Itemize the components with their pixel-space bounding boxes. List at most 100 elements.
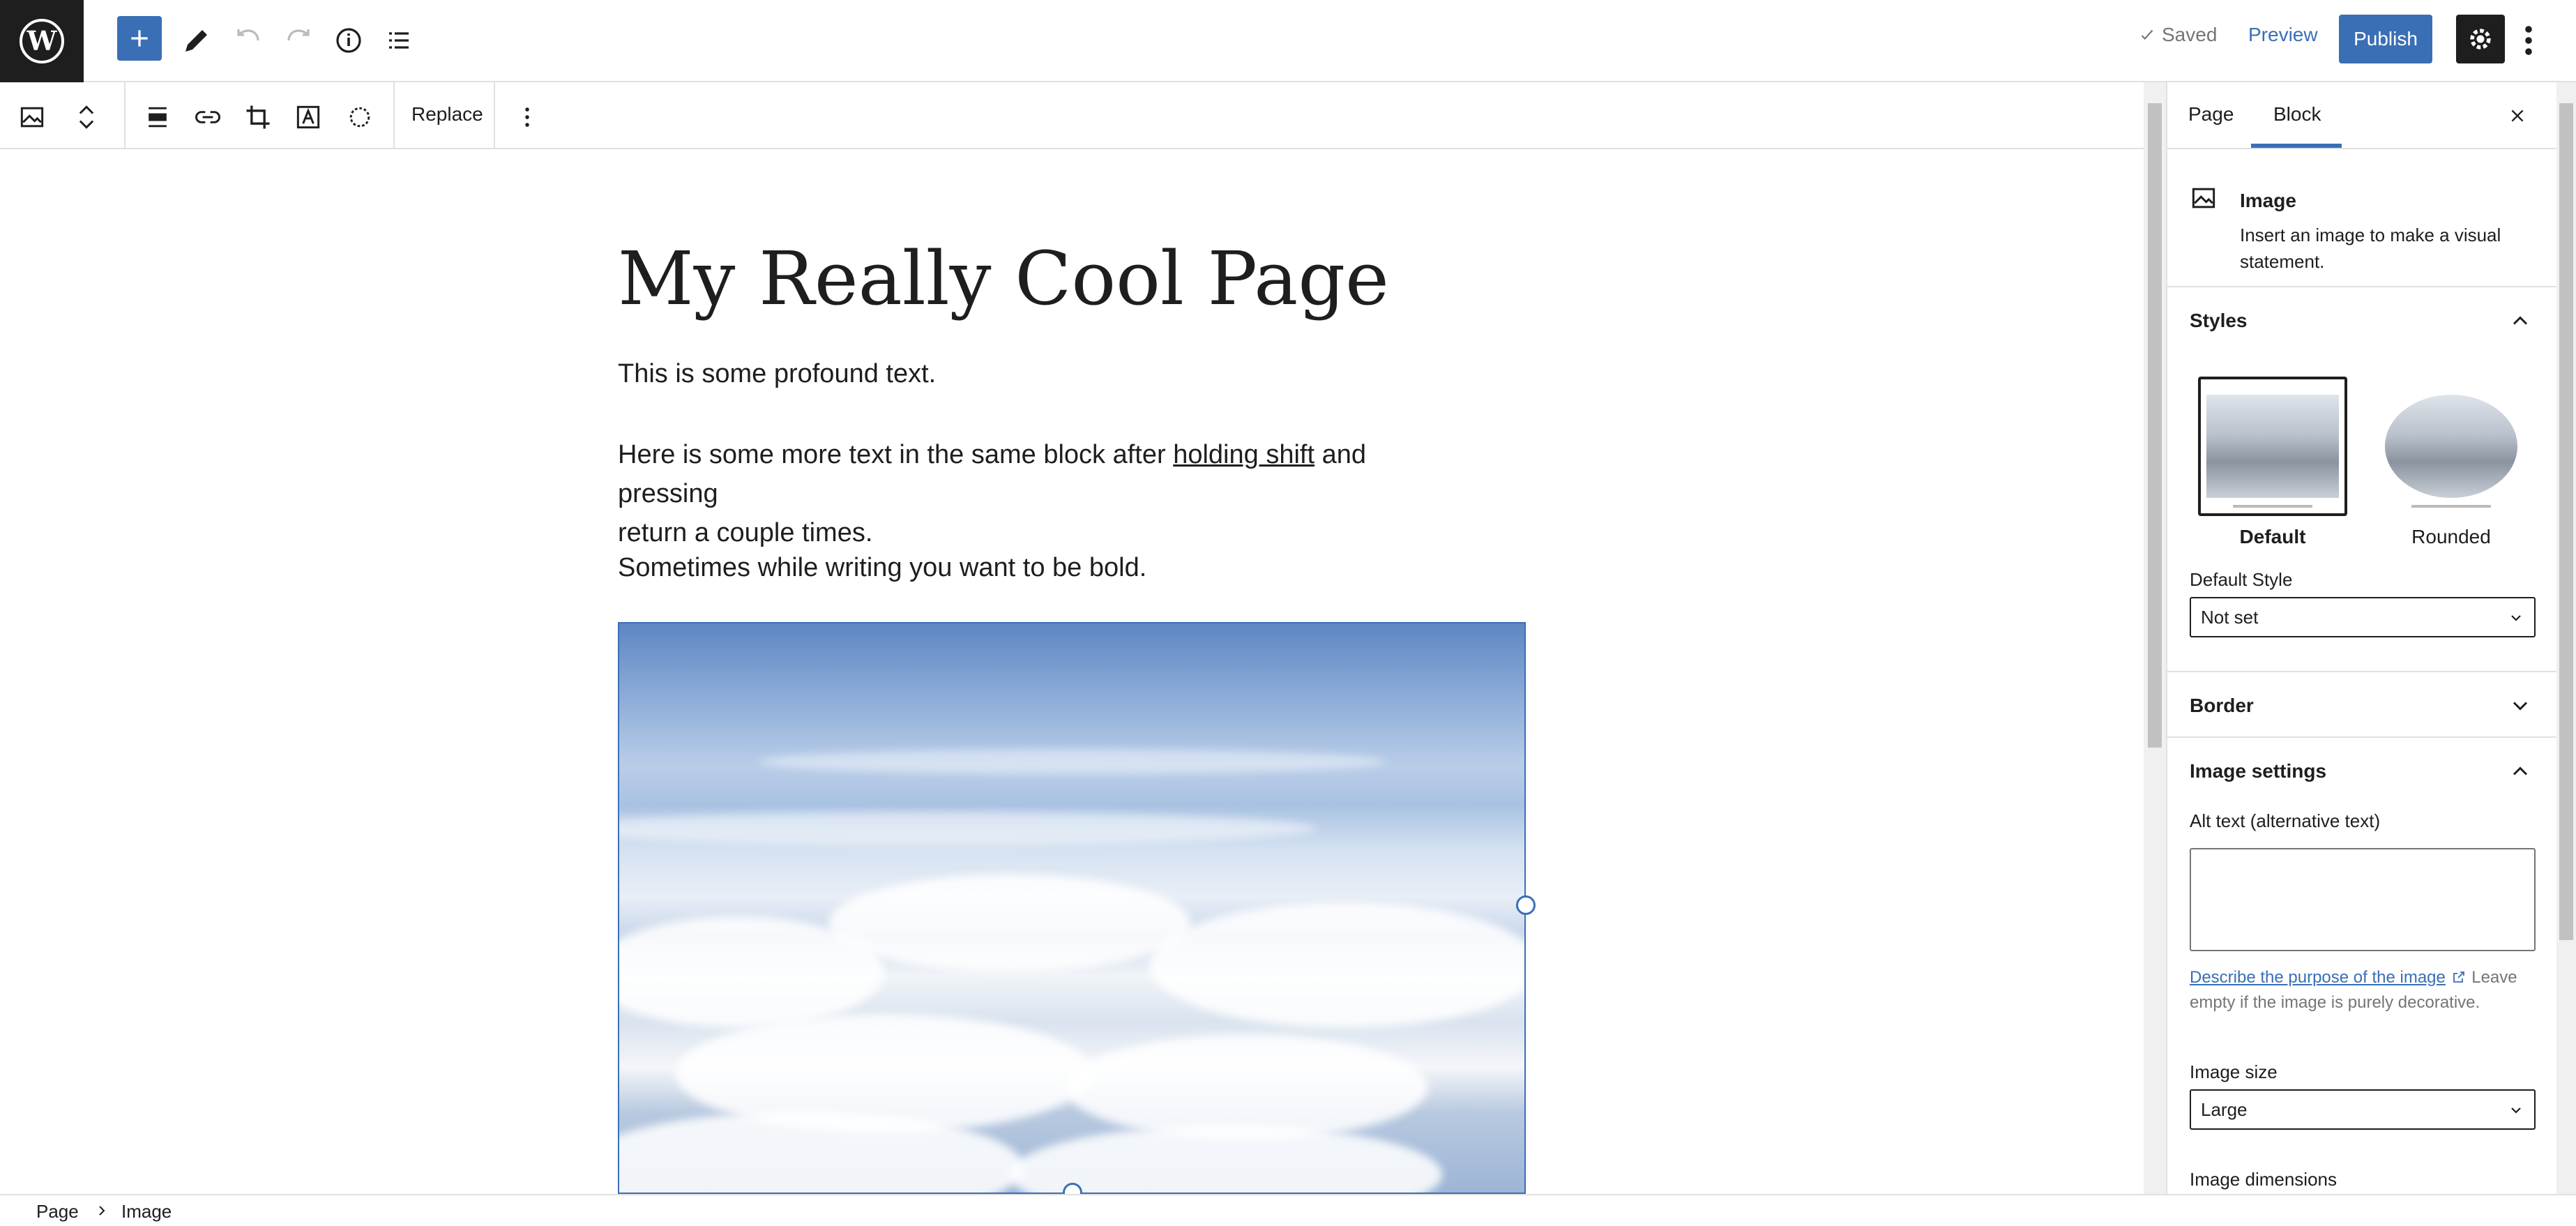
wordpress-logo-icon: W: [20, 19, 64, 63]
text-over-image-icon: [296, 105, 320, 129]
breadcrumb-page[interactable]: Page: [36, 1201, 79, 1223]
gear-icon: [2470, 29, 2491, 50]
sidebar-tabs: Page Block: [2167, 82, 2556, 149]
more-vertical-icon: [525, 107, 529, 127]
image-size-value: Large: [2201, 1098, 2248, 1120]
close-icon: [2511, 109, 2524, 122]
image-size-select[interactable]: Large: [2190, 1089, 2536, 1130]
breadcrumb: Page Image: [0, 1194, 2576, 1226]
paragraph-block[interactable]: Sometimes while writing you want to be b…: [618, 548, 1455, 587]
chevron-down-icon: [2511, 615, 2521, 621]
style-preview-image: [2206, 395, 2339, 508]
duotone-button[interactable]: [339, 96, 381, 138]
scrollbar-thumb[interactable]: [2148, 103, 2162, 748]
image-icon: [2192, 188, 2215, 209]
tools-button[interactable]: [172, 15, 222, 66]
preview-button[interactable]: Preview: [2248, 24, 2318, 46]
border-panel-toggle[interactable]: Border: [2167, 672, 2556, 738]
style-option-rounded[interactable]: Rounded: [2377, 377, 2526, 548]
undo-button[interactable]: [223, 15, 273, 66]
cloud-shape: [1066, 1035, 1428, 1140]
svg-text:W: W: [26, 25, 58, 56]
block-card: Image Insert an image to make a visual s…: [2167, 149, 2556, 287]
styles-panel-title: Styles: [2190, 310, 2248, 331]
details-button[interactable]: [324, 15, 374, 66]
alt-text-textarea[interactable]: [2190, 848, 2536, 951]
editor-canvas: My Really Cool Page This is some profoun…: [0, 149, 2144, 1194]
text-overlay-button[interactable]: [287, 96, 329, 138]
default-style-value: Not set: [2201, 606, 2259, 628]
editor-scrollbar[interactable]: [2144, 82, 2166, 1194]
list-view-button[interactable]: [374, 15, 424, 66]
align-button[interactable]: [137, 96, 179, 138]
sidebar-scrollbar[interactable]: [2556, 82, 2576, 1194]
image-size-label: Image size: [2190, 1061, 2278, 1082]
style-option-label: Default: [2239, 526, 2306, 547]
paragraph-block[interactable]: This is some profound text.: [618, 354, 1455, 393]
link-button[interactable]: [187, 96, 229, 138]
options-menu-button[interactable]: [2516, 21, 2541, 60]
redo-button[interactable]: [273, 15, 324, 66]
redo-icon: [287, 29, 310, 41]
page-title[interactable]: My Really Cool Page: [618, 236, 1389, 321]
tab-block[interactable]: Block: [2273, 103, 2321, 126]
replace-button[interactable]: Replace: [411, 103, 483, 126]
block-type-button[interactable]: [11, 96, 53, 138]
alt-text-label: Alt text (alternative text): [2190, 810, 2381, 831]
paragraph-block[interactable]: Here is some more text in the same block…: [618, 435, 1455, 552]
crop-icon: [246, 105, 270, 129]
settings-button[interactable]: [2456, 15, 2505, 63]
style-option-default[interactable]: Default: [2198, 377, 2347, 548]
move-up-down-icon: [79, 105, 94, 129]
image-icon: [20, 107, 44, 128]
pencil-icon: [185, 30, 207, 52]
image-settings-panel-toggle[interactable]: Image settings: [2167, 738, 2556, 803]
alt-text-help: Describe the purpose of the image Leave …: [2190, 965, 2538, 1015]
toolbar-divider: [494, 82, 495, 149]
block-card-description: Insert an image to make a visual stateme…: [2240, 225, 2501, 272]
block-card-title: Image: [2240, 190, 2296, 211]
image-settings-panel-title: Image settings: [2190, 760, 2327, 782]
saved-status: Saved: [2138, 24, 2217, 46]
toolbar-divider: [393, 82, 395, 149]
scrollbar-thumb[interactable]: [2559, 103, 2573, 940]
chevron-up-icon: [2513, 766, 2528, 775]
describe-purpose-link[interactable]: Describe the purpose of the image: [2190, 968, 2446, 987]
border-panel-title: Border: [2190, 695, 2254, 716]
tab-page[interactable]: Page: [2188, 103, 2234, 126]
cloud-shape: [1149, 902, 1524, 1028]
more-vertical-icon: [2525, 26, 2532, 55]
cloud-shape: [759, 749, 1386, 774]
cloud-shape: [619, 812, 1317, 845]
resize-handle-right[interactable]: [1516, 895, 1536, 915]
chevron-up-icon: [2513, 316, 2528, 325]
styles-panel-toggle[interactable]: Styles: [2167, 287, 2556, 353]
close-sidebar-button[interactable]: [2502, 100, 2533, 131]
style-option-label: Rounded: [2411, 526, 2491, 547]
move-block-button[interactable]: [66, 96, 107, 138]
plus-icon: [131, 30, 148, 47]
wordpress-logo-button[interactable]: W: [0, 0, 84, 82]
info-icon: [336, 28, 361, 53]
settings-sidebar: Page Block Image Insert an image to make…: [2166, 82, 2556, 1194]
publish-button[interactable]: Publish: [2339, 15, 2432, 63]
chevron-down-icon: [2513, 702, 2528, 711]
paragraph-link[interactable]: holding shift: [1173, 440, 1314, 469]
block-toolbar: Replace: [0, 82, 2144, 149]
align-icon: [149, 107, 167, 128]
paragraph-text: return a couple times.: [618, 518, 873, 547]
paragraph-text: Here is some more text in the same block…: [618, 440, 1174, 469]
toolbar-divider: [124, 82, 126, 149]
crop-button[interactable]: [237, 96, 279, 138]
list-view-icon: [389, 32, 409, 49]
breadcrumb-image[interactable]: Image: [121, 1201, 172, 1223]
default-style-select[interactable]: Not set: [2190, 597, 2536, 637]
check-icon: [2141, 29, 2153, 40]
undo-icon: [237, 29, 259, 41]
image-block[interactable]: [618, 622, 1526, 1194]
style-preview: [2198, 377, 2347, 516]
add-block-button[interactable]: [117, 16, 162, 61]
block-options-button[interactable]: [506, 96, 548, 138]
cloud-shape: [828, 875, 1191, 972]
duotone-icon: [349, 107, 370, 128]
